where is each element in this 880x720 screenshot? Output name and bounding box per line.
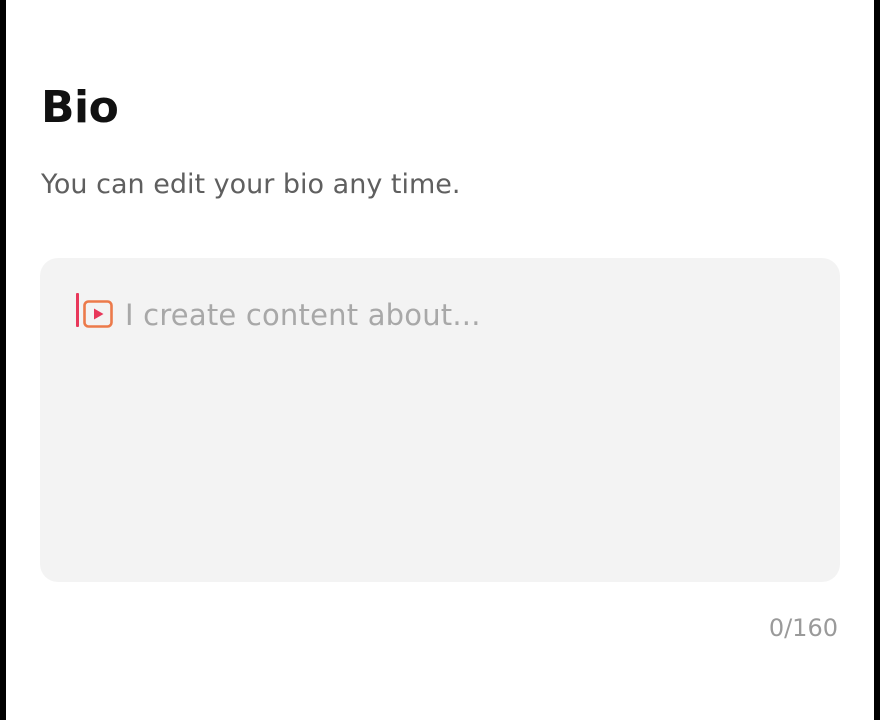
text-caret — [76, 293, 79, 327]
bio-placeholder: I create content about... — [125, 298, 481, 332]
page-title: Bio — [41, 82, 119, 133]
video-play-icon — [83, 300, 113, 328]
bio-screen: Bio You can edit your bio any time. I cr… — [6, 0, 874, 720]
character-counter: 0/160 — [768, 614, 838, 642]
page-subtitle: You can edit your bio any time. — [41, 169, 461, 200]
bio-input[interactable]: I create content about... — [40, 258, 840, 582]
